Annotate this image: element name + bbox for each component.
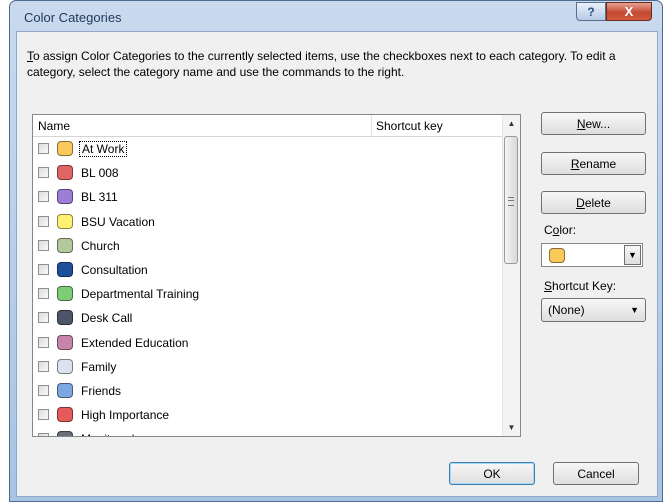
color-label: Color: [544,223,577,237]
shortcut-key-label: Shortcut Key: [544,279,617,293]
selected-color-swatch [549,248,565,263]
color-dropdown-arrow-icon[interactable]: ▼ [624,245,641,265]
category-label[interactable]: BL 311 [79,190,120,204]
category-label[interactable]: Family [79,360,118,374]
category-checkbox[interactable] [38,336,49,348]
category-row[interactable]: Friends [33,379,503,403]
chevron-down-icon: ▼ [630,305,639,315]
category-label[interactable]: Monitored [79,432,136,436]
column-header-shortcut[interactable]: Shortcut key [376,119,443,133]
close-button[interactable]: X [606,2,652,21]
category-label[interactable]: Extended Education [79,336,190,350]
category-checkbox[interactable] [38,360,49,372]
ok-button[interactable]: OK [449,462,535,485]
vertical-scrollbar[interactable]: ▲ ▼ [502,115,520,436]
category-row[interactable]: BL 008 [33,161,503,185]
category-row[interactable]: Church [33,234,503,258]
category-label[interactable]: Church [79,239,122,253]
category-label[interactable]: Friends [79,384,123,398]
shortcut-key-dropdown[interactable]: (None) ▼ [541,298,646,322]
category-row[interactable]: Consultation [33,258,503,282]
category-row[interactable]: Extended Education [33,331,503,355]
category-label[interactable]: BL 008 [79,166,121,180]
category-checkbox[interactable] [38,433,49,436]
color-picker[interactable]: ▼ [541,243,643,267]
instructions-text: To assign Color Categories to the curren… [27,49,616,79]
new-button[interactable]: New... [541,112,646,135]
grip-icon [508,197,514,206]
category-label[interactable]: Desk Call [79,311,134,325]
scroll-up-arrow-icon[interactable]: ▲ [503,115,520,132]
list-header: Name Shortcut key [33,115,503,137]
category-rows: At Work BL 008 BL 311 BSU Vacation Church Con… [33,137,503,436]
color-swatch [57,237,73,253]
category-checkbox[interactable] [38,263,49,275]
cancel-button[interactable]: Cancel [553,462,639,485]
dialog-body: To assign Color Categories to the curren… [16,31,658,497]
category-checkbox[interactable] [38,215,49,227]
category-checkbox[interactable] [38,239,49,251]
shortcut-key-value: (None) [548,303,585,317]
category-row[interactable]: High Importance [33,403,503,427]
column-header-name[interactable]: Name [38,119,70,133]
category-checkbox[interactable] [38,288,49,300]
dialog-title: Color Categories [24,10,122,25]
category-row[interactable]: BL 311 [33,185,503,209]
category-checkbox[interactable] [38,409,49,421]
category-row[interactable]: At Work [33,137,503,161]
category-label[interactable]: Departmental Training [79,287,201,301]
color-swatch [57,141,73,156]
color-swatch [57,189,73,205]
category-row[interactable]: Family [33,355,503,379]
category-checkbox[interactable] [38,143,49,154]
category-row[interactable]: Desk Call [33,306,503,330]
color-swatch [57,358,73,374]
help-button[interactable]: ? [576,2,606,21]
color-swatch [57,334,73,350]
delete-button[interactable]: Delete [541,191,646,214]
category-row[interactable]: BSU Vacation [33,210,503,234]
color-categories-dialog: Color Categories ? X To assign Color Cat… [9,0,663,502]
color-swatch [57,310,73,326]
color-swatch [57,431,73,436]
category-row[interactable]: Departmental Training [33,282,503,306]
color-swatch [57,382,73,398]
category-list[interactable]: Name Shortcut key At Work BL 008 BL 311 BSU… [32,114,521,437]
category-checkbox[interactable] [38,191,49,203]
close-icon: X [624,4,634,19]
category-checkbox[interactable] [38,167,49,179]
rename-button[interactable]: Rename [541,152,646,175]
color-swatch [57,213,73,229]
category-label[interactable]: Consultation [79,263,150,277]
scroll-thumb[interactable] [504,136,518,264]
category-label[interactable]: High Importance [79,408,171,422]
category-label[interactable]: BSU Vacation [79,215,157,229]
category-checkbox[interactable] [38,312,49,324]
color-swatch [57,286,73,302]
category-checkbox[interactable] [38,384,49,396]
help-icon: ? [587,4,595,19]
color-swatch [57,261,73,277]
title-bar: Color Categories ? X [10,1,662,31]
color-swatch [57,407,73,423]
category-row[interactable]: Monitored [33,427,503,436]
category-label[interactable]: At Work [79,141,128,157]
color-swatch [57,165,73,181]
scroll-down-arrow-icon[interactable]: ▼ [503,419,520,436]
column-divider[interactable] [371,115,372,136]
